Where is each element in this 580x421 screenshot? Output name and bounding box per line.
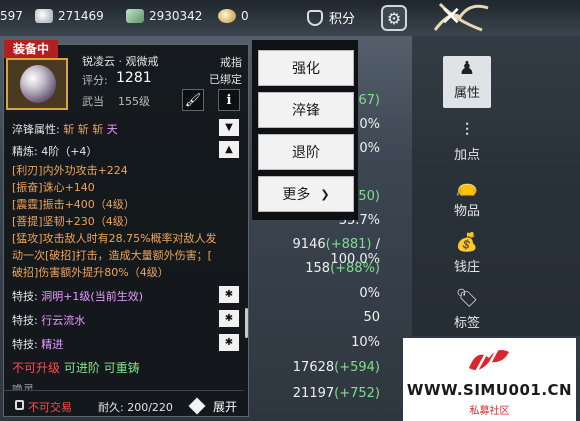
gold-icon	[218, 9, 236, 23]
stat-line: [利刃]内外功攻击+224	[12, 164, 128, 177]
equipped-badge: 装备中	[4, 40, 58, 58]
durability: 耐久: 200/220	[98, 401, 173, 414]
stat-line: [振奋]诛心+140	[12, 181, 95, 194]
skill-detail-button[interactable]: ✱	[219, 286, 239, 303]
stat-row: 17628(+594)	[292, 360, 380, 375]
collapse-refine-button[interactable]: ▲	[219, 141, 239, 158]
upgrade-status: 不可升级 可进阶 可重铸	[12, 361, 140, 375]
nav-item-points[interactable]: ⫶ 加点	[443, 118, 491, 170]
stat-row: 50	[363, 310, 380, 325]
expand-button[interactable]: 展开	[213, 398, 237, 415]
skill-line: 特技: 精进	[12, 338, 64, 351]
settings-gear-button[interactable]: ⚙	[381, 5, 407, 31]
stat-row: 9146(+881) / 100.0%	[292, 237, 380, 267]
info-button[interactable]: i	[218, 89, 240, 111]
chevron-up-icon: ▲	[225, 144, 233, 155]
stat-row: 0%	[359, 286, 380, 301]
skill-line: 特技: 洞明+1级(当前生效)	[12, 290, 144, 303]
close-icon[interactable]: ✕	[440, 2, 462, 32]
strengthen-button[interactable]: 强化	[258, 50, 354, 86]
stat-line: [菩提]坚韧+230（4级）	[12, 215, 135, 228]
nav-item-items[interactable]: 👝 物品	[443, 174, 491, 226]
character-icon: ♟	[458, 57, 476, 79]
score-value: 1281	[116, 70, 152, 86]
skill-icon: ✱	[224, 337, 234, 348]
item-icon-frame	[6, 58, 68, 110]
scrollbar[interactable]	[245, 308, 248, 338]
fierce-attack-line-1: [猛攻]攻击敌人时有28.75%概率对敌人发	[12, 232, 217, 245]
top-resource-bar: 597 271469 2930342 0 积分 ⚙ ✕	[0, 0, 580, 36]
brush-button[interactable]: 🖌	[182, 89, 204, 111]
silver-icon	[35, 9, 53, 23]
side-navigation	[412, 36, 580, 336]
score-label: 评分:	[82, 74, 108, 87]
item-category: 武当	[82, 95, 104, 108]
more-button[interactable]: 更多 ❯	[258, 176, 354, 212]
sliders-icon: ⫶	[464, 119, 470, 141]
refine-level: 精炼: 4阶（+4）	[12, 145, 98, 158]
gear-icon: ⚙	[386, 8, 402, 28]
nav-item-bank[interactable]: 💰 钱庄	[443, 230, 491, 282]
fierce-attack-line-3: 破招]伤害额外提升80%（4级）	[12, 266, 169, 279]
shield-icon	[307, 9, 323, 26]
money-bag-icon: 💰	[455, 231, 479, 253]
chevron-down-icon: ❯	[320, 187, 330, 201]
skill-line: 特技: 行云流水	[12, 314, 86, 327]
stat-row: 21197(+752)	[292, 386, 380, 401]
skill-detail-button[interactable]: ✱	[219, 334, 239, 351]
watermark-logo-icon	[469, 349, 509, 377]
lock-icon	[15, 400, 24, 410]
bag-icon: 👝	[455, 175, 479, 197]
stat-row: 158(+88%)	[305, 261, 380, 276]
watermark-subtitle: 私募社区	[469, 406, 510, 417]
nav-item-tags[interactable]: 🏷 标签	[443, 286, 491, 338]
info-icon: i	[226, 92, 232, 108]
collapse-quench-button[interactable]: ▼	[219, 119, 239, 136]
jifen-button[interactable]: 积分	[307, 8, 355, 27]
no-trade-label: 不可交易	[28, 401, 72, 414]
divider	[4, 390, 244, 391]
skill-icon: ✱	[224, 289, 234, 300]
chevron-down-icon: ▼	[225, 122, 233, 133]
skill-detail-button[interactable]: ✱	[219, 310, 239, 327]
fierce-attack-line-2: 动一次[破招]打击，造成大量额外伤害；[	[12, 249, 212, 262]
quench-attributes: 淬锋属性: 斩 斩 斩 天	[12, 123, 118, 136]
brush-icon: 🖌	[184, 92, 202, 108]
bound-status: 已绑定	[209, 73, 242, 86]
tag-icon: 🏷	[455, 287, 479, 309]
silver-resource: 271469	[35, 9, 104, 23]
item-level: 155级	[118, 95, 150, 108]
item-name: 锐凌云 · 观微戒	[82, 55, 159, 68]
ring-orb-icon	[20, 65, 56, 103]
stat-line: [震霆]振击+400（4级）	[12, 198, 135, 211]
watermark: WWW.SIMU001.CN 私募社区	[403, 338, 576, 421]
skill-icon: ✱	[224, 313, 234, 324]
nav-item-attributes[interactable]: ♟ 属性	[443, 56, 491, 108]
resource-partial: 597	[0, 9, 23, 23]
partial-text: 唤灵	[12, 383, 34, 390]
stat-row: 10%	[351, 335, 380, 350]
jade-icon	[126, 9, 144, 23]
downgrade-button[interactable]: 退阶	[258, 134, 354, 170]
gold-resource: 0	[218, 9, 249, 23]
item-type: 戒指	[220, 56, 242, 69]
quench-button[interactable]: 淬锋	[258, 92, 354, 128]
jade-resource: 2930342	[126, 9, 202, 23]
watermark-site: WWW.SIMU001.CN	[406, 381, 573, 399]
